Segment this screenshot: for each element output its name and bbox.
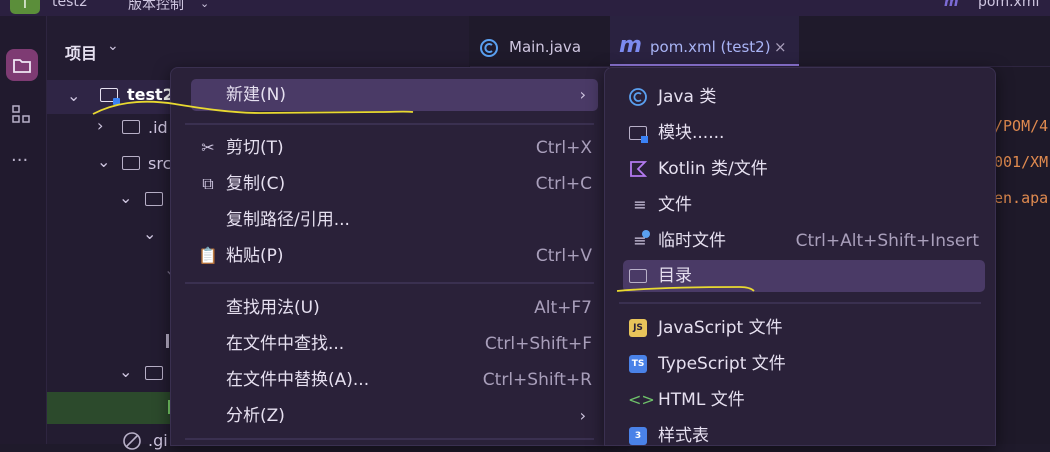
menu-separator: [619, 302, 981, 304]
menu-item-copy-path[interactable]: 复制路径/引用...: [191, 204, 598, 236]
expand-chevron-icon[interactable]: ›: [97, 116, 103, 135]
tab-main-java[interactable]: Main.java: [470, 16, 608, 64]
chevron-right-icon: ›: [579, 406, 586, 425]
project-name[interactable]: test2: [52, 0, 88, 10]
title-bar: T test2 版本控制 ⌄ m pom.xml: [0, 0, 1050, 16]
java-class-icon: [629, 88, 647, 106]
copy-icon: ⧉: [202, 174, 214, 193]
chevron-down-icon[interactable]: ⌄: [200, 0, 209, 10]
structure-icon[interactable]: [11, 104, 33, 126]
menu-separator: [185, 282, 594, 284]
css-icon: 3: [629, 427, 647, 445]
current-file-label: pom.xml: [978, 0, 1040, 10]
menu-item-directory[interactable]: 目录: [623, 260, 985, 292]
menu-item-module[interactable]: 模块......: [623, 117, 985, 149]
typescript-icon: TS: [629, 355, 647, 373]
menu-separator: [185, 123, 594, 125]
menu-item-java-class[interactable]: Java 类: [623, 81, 985, 113]
folder-icon: [122, 156, 140, 170]
folder-icon: [13, 59, 31, 73]
vcs-menu[interactable]: 版本控制: [128, 0, 184, 14]
tab-pom-xml[interactable]: m pom.xml (test2) ×: [610, 16, 799, 66]
menu-item-typescript-file[interactable]: TS TypeScript 文件: [623, 348, 985, 380]
clock-badge-icon: [642, 230, 650, 238]
project-tool-button[interactable]: [6, 49, 38, 81]
folder-icon: [145, 366, 163, 380]
menu-item-replace-in-files[interactable]: 在文件中替换(A)... Ctrl+Shift+R: [191, 364, 598, 396]
file-icon: [166, 334, 169, 348]
tree-item[interactable]: .id: [148, 118, 168, 137]
context-menu: 新建(N) › ✂ 剪切(T) Ctrl+X ⧉ 复制(C) Ctrl+C 复制…: [170, 67, 609, 446]
expand-chevron-icon[interactable]: ⌄: [97, 152, 110, 171]
ignored-file-icon: [123, 432, 141, 450]
module-badge-icon: [641, 136, 648, 143]
menu-item-find-in-files[interactable]: 在文件中查找... Ctrl+Shift+F: [191, 328, 598, 360]
menu-item-html-file[interactable]: <> HTML 文件: [623, 384, 985, 416]
kotlin-icon: [630, 161, 647, 177]
javascript-icon: JS: [629, 319, 647, 337]
tool-window-strip: ···: [0, 16, 47, 444]
menu-item-kotlin[interactable]: Kotlin 类/文件: [623, 153, 985, 185]
expand-chevron-icon[interactable]: ⌄: [119, 188, 132, 207]
folder-icon: [629, 269, 647, 283]
tree-item[interactable]: src: [148, 154, 171, 173]
code-line: 001/XM: [994, 153, 1049, 171]
menu-item-stylesheet[interactable]: 3 样式表: [623, 420, 985, 452]
paste-icon: 📋: [198, 246, 218, 265]
menu-item-file[interactable]: ≡ 文件: [623, 189, 985, 221]
more-icon[interactable]: ···: [11, 150, 28, 171]
code-line: en.apa: [994, 189, 1049, 207]
expand-chevron-icon[interactable]: ⌄: [67, 86, 80, 105]
menu-item-new[interactable]: 新建(N) ›: [191, 79, 598, 111]
html-icon: <>: [628, 390, 655, 409]
menu-item-find-usages[interactable]: 查找用法(U) Alt+F7: [191, 292, 598, 324]
java-class-icon: [480, 39, 498, 57]
file-icon: ≡: [633, 195, 647, 214]
new-submenu: Java 类 模块...... Kotlin 类/文件 ≡ 文件 ≡ 临时文件 …: [604, 67, 996, 446]
expand-chevron-icon[interactable]: ⌄: [143, 224, 156, 243]
project-badge[interactable]: T: [10, 0, 40, 14]
scissors-icon: ✂: [201, 138, 215, 157]
menu-separator: [185, 438, 594, 440]
folder-icon: [145, 192, 163, 206]
chevron-right-icon: ›: [579, 85, 586, 104]
menu-item-cut[interactable]: ✂ 剪切(T) Ctrl+X: [191, 132, 598, 164]
panel-title[interactable]: 项目: [65, 40, 97, 64]
folder-icon: [122, 120, 140, 134]
code-line: /POM/4: [994, 117, 1049, 135]
tree-root-label[interactable]: test2: [127, 85, 174, 104]
menu-item-javascript-file[interactable]: JS JavaScript 文件: [623, 312, 985, 344]
maven-icon: m: [944, 0, 959, 10]
tree-item[interactable]: .gi: [148, 431, 168, 450]
chevron-down-icon[interactable]: ⌄: [107, 38, 119, 54]
module-badge-icon: [113, 98, 120, 105]
menu-item-copy[interactable]: ⧉ 复制(C) Ctrl+C: [191, 168, 598, 200]
menu-item-scratch-file[interactable]: ≡ 临时文件 Ctrl+Alt+Shift+Insert: [623, 225, 985, 257]
expand-chevron-icon[interactable]: ⌄: [119, 362, 132, 381]
menu-item-paste[interactable]: 📋 粘贴(P) Ctrl+V: [191, 240, 598, 272]
menu-item-analyze[interactable]: 分析(Z) ›: [191, 400, 598, 432]
